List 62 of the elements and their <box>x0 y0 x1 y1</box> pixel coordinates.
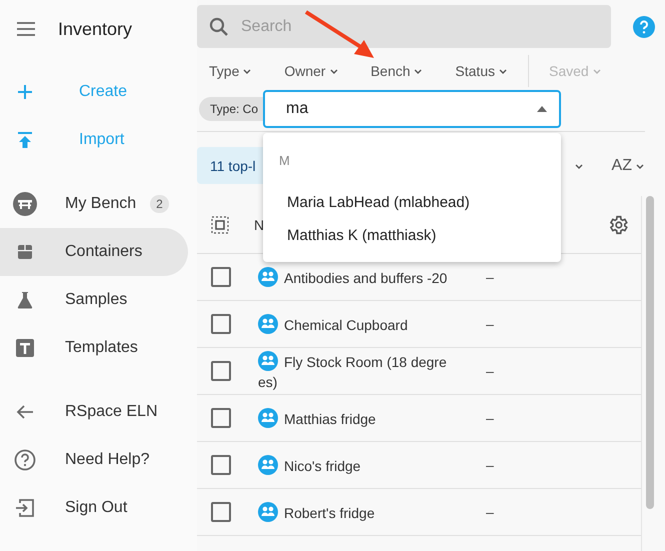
group-label: M <box>278 152 291 170</box>
menu-option[interactable]: Maria LabHead (mlabhead) <box>263 186 561 219</box>
box-icon <box>17 244 33 260</box>
row-checkbox[interactable] <box>211 502 231 522</box>
bench-search-field[interactable]: ma <box>263 90 561 128</box>
sidebar-item[interactable]: Samples <box>0 276 188 324</box>
filter-chip[interactable]: Type: Co <box>199 97 265 121</box>
select-all-icon[interactable] <box>211 216 229 234</box>
bench-icon <box>13 192 37 216</box>
container-name[interactable]: Antibodies and buffers -20 <box>258 266 452 288</box>
table-cell: – <box>486 410 494 426</box>
table-cell: – <box>486 316 494 332</box>
flask-icon <box>17 291 33 309</box>
column-header[interactable]: N <box>254 216 264 232</box>
container-icon <box>258 314 278 334</box>
app-title: Inventory <box>58 18 132 40</box>
row-checkbox[interactable] <box>211 408 231 428</box>
container-icon <box>258 408 278 428</box>
container-icon <box>258 266 278 286</box>
filter-dropdown[interactable]: Bench <box>370 63 424 79</box>
row-checkbox[interactable] <box>211 361 231 381</box>
help-icon[interactable] <box>633 16 655 38</box>
container-icon <box>258 454 278 474</box>
table-cell: – <box>486 363 494 379</box>
table-cell: – <box>486 504 494 520</box>
menu-icon[interactable] <box>16 22 36 36</box>
sign-out-icon <box>15 498 35 518</box>
help-icon <box>14 449 36 471</box>
container-icon <box>258 350 278 370</box>
filter-dropdown[interactable]: Type <box>209 63 252 79</box>
sidebar-link[interactable]: RSpace ELN <box>0 388 188 436</box>
upload-icon <box>17 131 33 149</box>
menu-option[interactable]: Matthias K (matthiask) <box>263 219 561 252</box>
count-badge: 2 <box>150 195 169 213</box>
row-checkbox[interactable] <box>211 455 231 475</box>
sidebar-link[interactable]: Need Help? <box>0 436 188 484</box>
sort-button[interactable]: AZ <box>612 156 645 174</box>
search-icon <box>209 17 229 37</box>
template-icon <box>15 338 35 358</box>
table-cell: – <box>486 457 494 473</box>
results-summary: 11 top-l <box>197 147 263 184</box>
scrollbar-thumb[interactable] <box>646 196 654 509</box>
row-checkbox[interactable] <box>211 314 231 334</box>
sidebar-item[interactable]: Containers <box>0 228 188 276</box>
sidebar-link[interactable]: Sign Out <box>0 484 188 532</box>
sidebar-item[interactable]: Templates <box>0 324 188 372</box>
container-name[interactable]: Nico's fridge <box>258 454 452 476</box>
container-name[interactable]: Chemical Cupboard <box>258 314 452 334</box>
filter-dropdown[interactable]: Status <box>455 63 508 79</box>
table-cell: – <box>486 269 494 285</box>
container-name[interactable]: Fly Stock Room (18 degrees) <box>258 350 452 392</box>
settings-icon[interactable] <box>607 214 629 236</box>
caret-up-icon[interactable] <box>537 106 547 112</box>
filter-dropdown[interactable]: Owner <box>284 63 339 79</box>
row-checkbox[interactable] <box>211 267 231 287</box>
arrow-left-icon <box>16 404 34 420</box>
container-icon <box>258 502 278 522</box>
sidebar-item[interactable]: My Bench 2 <box>0 180 188 228</box>
container-name[interactable]: Matthias fridge <box>258 408 452 428</box>
search-field[interactable]: Search <box>197 5 611 48</box>
container-name[interactable]: Robert's fridge <box>258 502 452 522</box>
plus-icon <box>17 84 33 100</box>
